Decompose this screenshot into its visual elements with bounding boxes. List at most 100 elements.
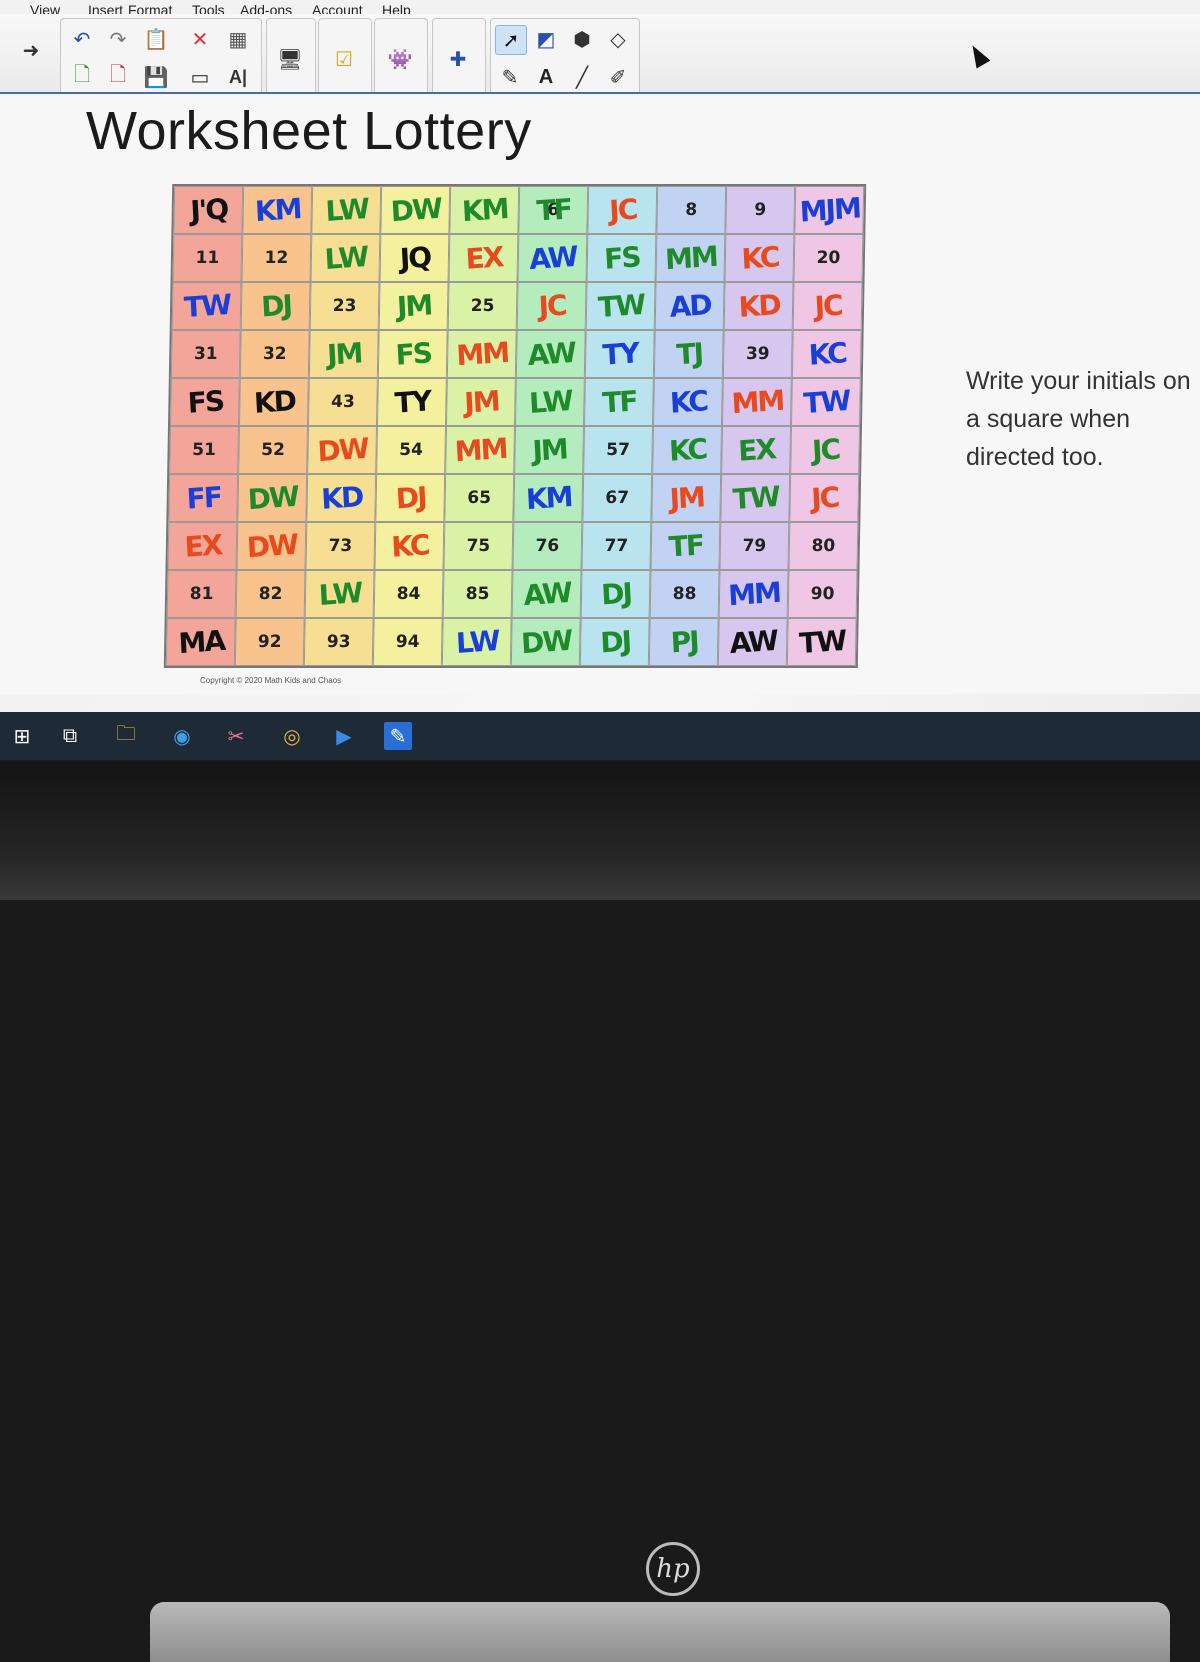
- save-icon[interactable]: 💾: [141, 63, 171, 91]
- grid-cell[interactable]: 67: [582, 474, 653, 522]
- grid-cell[interactable]: TF: [650, 522, 721, 570]
- grid-cell[interactable]: 31: [170, 330, 241, 378]
- grid-cell[interactable]: KC: [374, 522, 445, 570]
- fill-icon[interactable]: ⬢: [567, 25, 597, 53]
- delete-icon[interactable]: ✕: [185, 25, 215, 53]
- grid-cell[interactable]: 51: [169, 426, 239, 474]
- grid-cell[interactable]: 85: [442, 570, 513, 618]
- grid-cell[interactable]: 20: [793, 234, 864, 282]
- grid-cell[interactable]: J'Q: [173, 186, 244, 234]
- grid-cell[interactable]: 32: [239, 330, 310, 378]
- grid-cell[interactable]: MM: [446, 330, 517, 378]
- grid-cell[interactable]: TJ: [653, 330, 724, 378]
- grid-cell[interactable]: 92: [234, 618, 305, 666]
- grid-cell[interactable]: KM: [513, 474, 584, 522]
- task-view-icon[interactable]: ⧉: [56, 722, 84, 750]
- grid-cell[interactable]: KC: [791, 330, 862, 378]
- grid-cell[interactable]: EX: [448, 234, 519, 282]
- grid-cell[interactable]: JC: [516, 282, 587, 330]
- grid-cell[interactable]: 73: [305, 522, 376, 570]
- extension-icon[interactable]: ✚: [443, 45, 473, 73]
- delete-page-icon[interactable]: 🗋: [103, 63, 133, 91]
- grid-cell[interactable]: 65: [444, 474, 515, 522]
- grid-cell[interactable]: 81: [166, 570, 237, 618]
- grid-cell[interactable]: LW: [441, 618, 512, 666]
- grid-cell[interactable]: DW: [510, 618, 581, 666]
- grid-cell[interactable]: 94: [372, 618, 443, 666]
- shape-icon[interactable]: ◩: [531, 25, 561, 53]
- grid-cell[interactable]: TW: [720, 474, 791, 522]
- grid-cell[interactable]: AW: [511, 570, 582, 618]
- grid-cell[interactable]: 76: [512, 522, 583, 570]
- grid-cell[interactable]: 57: [583, 426, 653, 474]
- grid-cell[interactable]: KC: [652, 426, 722, 474]
- grid-cell[interactable]: DJ: [375, 474, 446, 522]
- grid-cell[interactable]: DW: [380, 186, 451, 234]
- table-icon[interactable]: ▦: [223, 25, 253, 53]
- grid-cell[interactable]: TF: [584, 378, 654, 426]
- snip-icon[interactable]: ✂: [222, 722, 250, 750]
- grid-cell[interactable]: AD: [654, 282, 725, 330]
- grid-cell[interactable]: 9: [725, 186, 796, 234]
- grid-cell[interactable]: 12: [241, 234, 312, 282]
- windows-start-icon[interactable]: ⊞: [8, 722, 36, 750]
- grid-cell[interactable]: MM: [445, 426, 515, 474]
- lottery-grid[interactable]: J'Q KM LW DW KM 6 TF JC 8 9 MJM 11 12 LW JQ EX AW FS MM KC 2…: [163, 184, 867, 668]
- grid-cell[interactable]: TW: [786, 618, 857, 666]
- grid-cell[interactable]: 11: [172, 234, 243, 282]
- pen-icon[interactable]: ✎: [495, 63, 525, 91]
- paste-icon[interactable]: 📋: [141, 25, 171, 53]
- grid-cell[interactable]: FS: [586, 234, 657, 282]
- grid-cell[interactable]: MM: [655, 234, 726, 282]
- grid-cell[interactable]: JM: [514, 426, 584, 474]
- grid-cell[interactable]: FS: [377, 330, 448, 378]
- select-icon[interactable]: ➚: [495, 25, 527, 55]
- grid-cell[interactable]: AW: [515, 330, 586, 378]
- grid-cell[interactable]: 77: [581, 522, 652, 570]
- grid-cell[interactable]: LW: [311, 186, 382, 234]
- grid-cell[interactable]: TW: [171, 282, 242, 330]
- grid-cell[interactable]: 79: [719, 522, 790, 570]
- grid-cell[interactable]: JC: [790, 426, 860, 474]
- grid-cell[interactable]: DJ: [580, 570, 651, 618]
- grid-cell[interactable]: FS: [170, 378, 240, 426]
- grid-cell[interactable]: 39: [722, 330, 793, 378]
- grid-cell[interactable]: 88: [649, 570, 720, 618]
- grid-cell[interactable]: JC: [789, 474, 860, 522]
- grid-cell[interactable]: KC: [653, 378, 723, 426]
- grid-cell[interactable]: FF: [168, 474, 239, 522]
- grid-cell[interactable]: MJM: [794, 186, 865, 234]
- capture-icon[interactable]: ☑: [329, 45, 359, 73]
- grid-cell[interactable]: 8: [656, 186, 727, 234]
- grid-cell[interactable]: EX: [167, 522, 238, 570]
- grid-cell[interactable]: 23: [309, 282, 380, 330]
- grid-cell[interactable]: KD: [723, 282, 794, 330]
- screen-icon[interactable]: ▭: [185, 63, 215, 91]
- grid-cell[interactable]: DJ: [579, 618, 650, 666]
- grid-cell[interactable]: PJ: [648, 618, 719, 666]
- edge-icon[interactable]: ◉: [168, 722, 196, 750]
- activity-icon[interactable]: 👾: [385, 45, 415, 73]
- grid-cell[interactable]: MM: [718, 570, 789, 618]
- grid-cell[interactable]: KD: [239, 378, 309, 426]
- grid-cell[interactable]: 80: [788, 522, 859, 570]
- grid-cell[interactable]: LW: [310, 234, 381, 282]
- grid-cell[interactable]: 84: [373, 570, 444, 618]
- grid-cell[interactable]: 54: [376, 426, 446, 474]
- text-icon[interactable]: A: [531, 63, 561, 91]
- grid-cell[interactable]: AW: [717, 618, 788, 666]
- zoom-icon[interactable]: ▶: [330, 722, 358, 750]
- grid-cell[interactable]: MM: [722, 378, 792, 426]
- undo-icon[interactable]: ↶: [67, 25, 97, 53]
- grid-cell[interactable]: 93: [303, 618, 374, 666]
- grid-cell[interactable]: LW: [515, 378, 585, 426]
- notebook-app-icon[interactable]: ✎: [384, 722, 412, 750]
- grid-cell[interactable]: JC: [587, 186, 658, 234]
- grid-cell[interactable]: KD: [306, 474, 377, 522]
- chrome-icon[interactable]: ◎: [278, 722, 306, 750]
- grid-cell[interactable]: JM: [378, 282, 449, 330]
- grid-cell[interactable]: 75: [443, 522, 514, 570]
- new-page-icon[interactable]: 🗋: [67, 63, 97, 91]
- line-icon[interactable]: ╱: [567, 63, 597, 91]
- grid-cell[interactable]: TY: [377, 378, 447, 426]
